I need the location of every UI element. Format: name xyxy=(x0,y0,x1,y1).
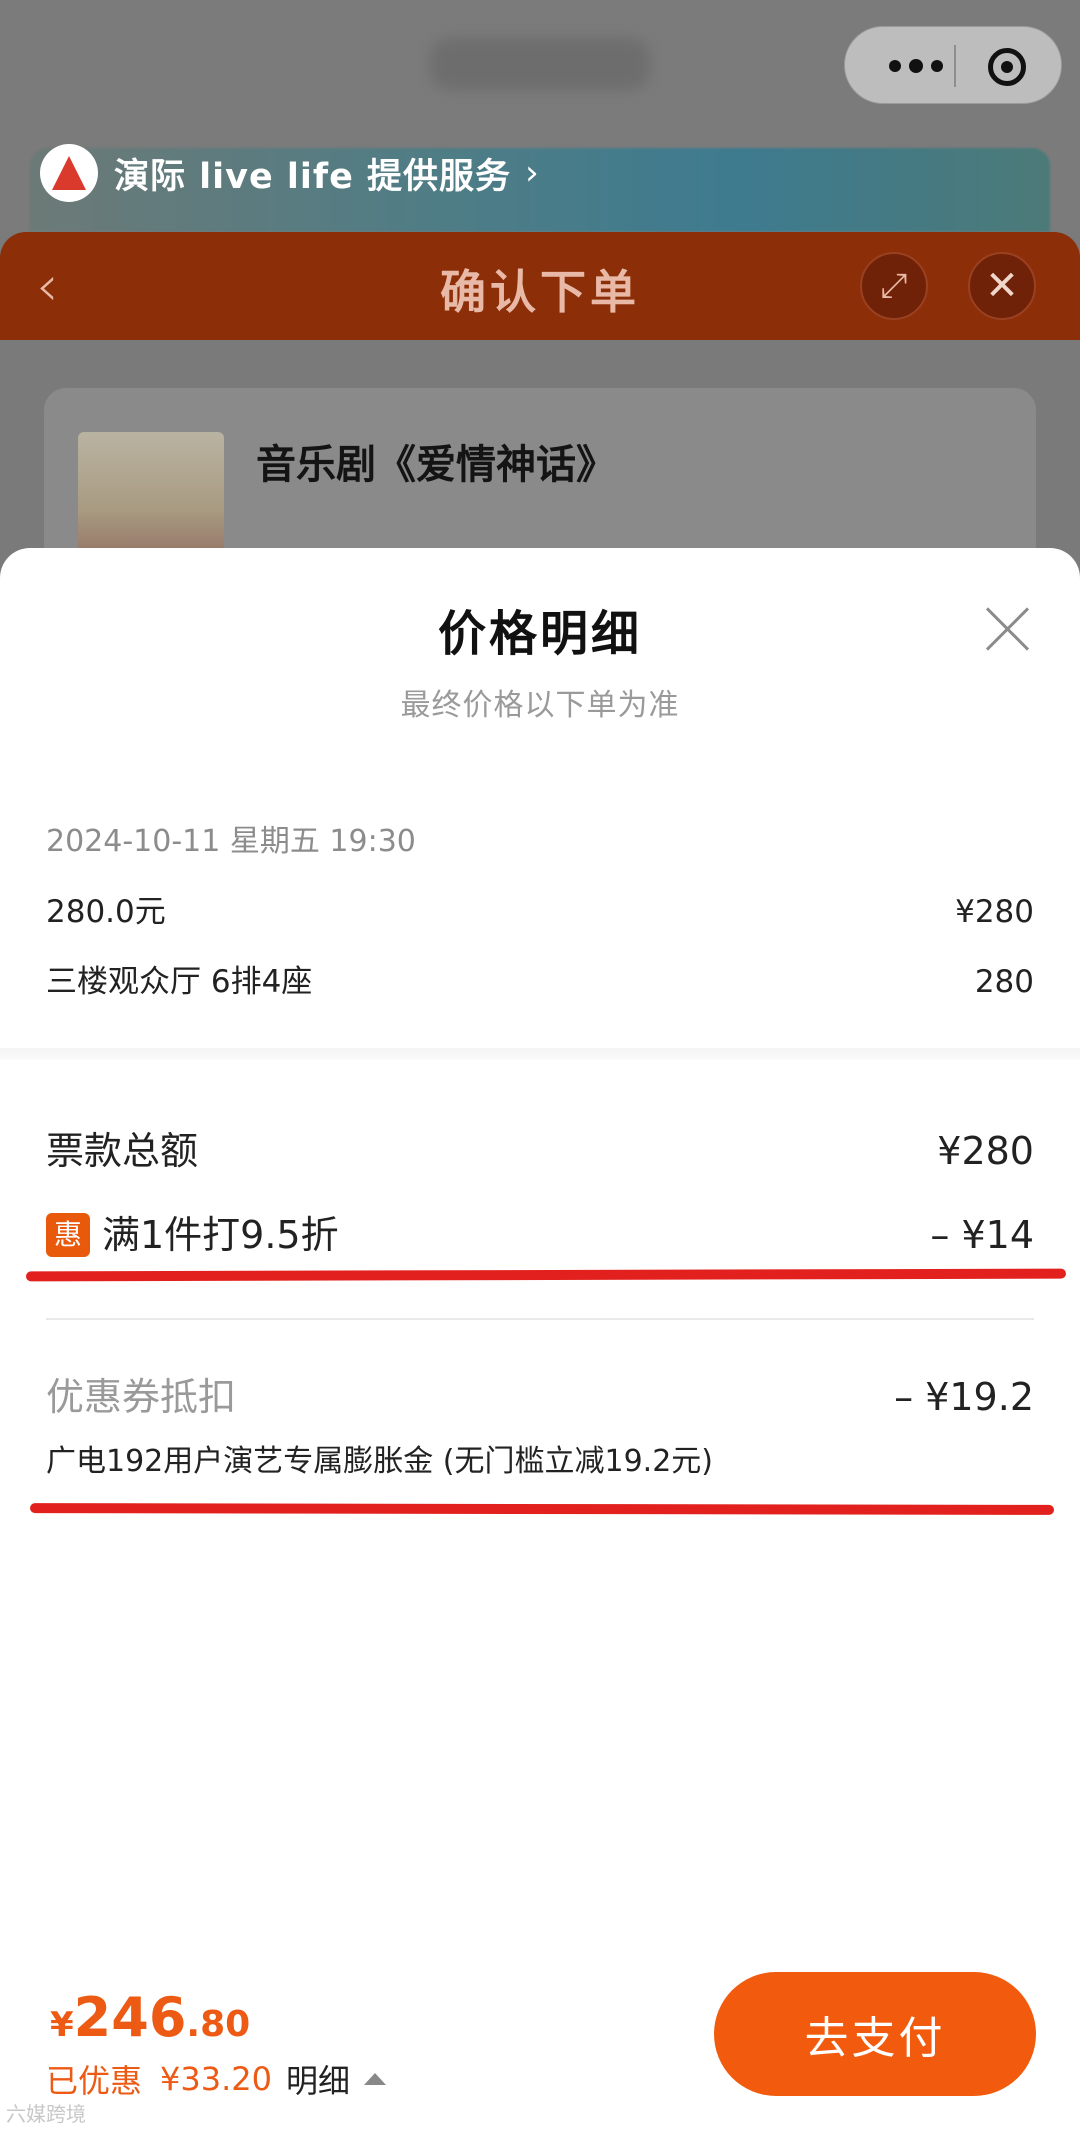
coupon-label: 优惠券抵扣 xyxy=(46,1375,237,1419)
seat-label: 三楼观众厅 6排4座 xyxy=(46,964,313,1000)
price-item-row: 280.0元 ¥280 xyxy=(46,886,1034,931)
seat-value: 280 xyxy=(974,964,1034,1000)
ticket-total-row: 票款总额 ¥280 xyxy=(46,1120,1034,1175)
show-title: 音乐剧《爱情神话》 xyxy=(256,442,616,488)
expand-icon[interactable]: ⤢ xyxy=(860,252,928,320)
coupon-row: 优惠券抵扣 – ¥19.2 xyxy=(46,1366,1034,1421)
total-decimal: .80 xyxy=(186,2004,251,2045)
saved-amount: ¥33.20 xyxy=(160,2060,272,2098)
discount-row: 惠满1件打9.5折 – ¥14 xyxy=(46,1204,1034,1259)
provider-logo xyxy=(40,144,98,202)
pay-button[interactable]: 去支付 xyxy=(714,1972,1036,2096)
blurred-app-title xyxy=(430,38,650,90)
section-divider xyxy=(0,1048,1080,1060)
ticket-total-value: ¥280 xyxy=(937,1129,1034,1173)
provider-link[interactable]: 演际 live life 提供服务 › xyxy=(40,142,539,204)
sheet-subtitle: 最终价格以下单为准 xyxy=(400,688,680,723)
close-icon[interactable]: ✕ xyxy=(968,252,1036,320)
discount-label: 满1件打9.5折 xyxy=(102,1213,339,1257)
payable-total: ¥246.80 xyxy=(50,1986,250,2049)
discount-value: – ¥14 xyxy=(930,1213,1034,1257)
seat-item-row: 三楼观众厅 6排4座 280 xyxy=(46,956,1034,1001)
sheet-close-icon[interactable] xyxy=(982,604,1032,654)
red-underline-annotation xyxy=(25,1268,1067,1282)
red-underline-annotation xyxy=(29,1503,1055,1515)
divider xyxy=(46,1318,1034,1320)
savings-summary[interactable]: 已优惠 ¥33.20 明细 xyxy=(46,2056,386,2102)
saved-label: 已优惠 xyxy=(46,2062,143,2100)
price-detail-sheet: 价格明细 最终价格以下单为准 2024-10-11 星期五 19:30 280.… xyxy=(0,548,1080,2131)
discount-tag-badge: 惠 xyxy=(46,1213,90,1257)
total-integer: 246 xyxy=(73,1986,187,2049)
mini-program-capsule xyxy=(844,26,1062,104)
sheet-title: 价格明细 xyxy=(437,606,642,662)
provider-text: 演际 live life 提供服务 xyxy=(114,156,512,197)
price-item-value: ¥280 xyxy=(955,894,1034,930)
order-header: ‹ 确认下单 ⤢ ✕ xyxy=(0,232,1080,340)
ticket-total-label: 票款总额 xyxy=(46,1129,199,1173)
chevron-right-icon: › xyxy=(525,153,539,193)
watermark: 六媒跨境 xyxy=(6,2102,86,2126)
exit-target-icon[interactable] xyxy=(988,48,1026,86)
coupon-value: – ¥19.2 xyxy=(894,1375,1034,1419)
caret-up-icon[interactable] xyxy=(364,2073,386,2085)
price-item-label: 280.0元 xyxy=(46,894,166,930)
coupon-description: 广电192用户演艺专属膨胀金 (无门槛立减19.2元) xyxy=(46,1444,714,1479)
session-datetime: 2024-10-11 星期五 19:30 xyxy=(46,824,416,859)
currency-symbol: ¥ xyxy=(50,2005,74,2045)
more-icon[interactable] xyxy=(877,47,955,85)
detail-link[interactable]: 明细 xyxy=(286,2056,350,2102)
capsule-divider xyxy=(954,45,956,87)
